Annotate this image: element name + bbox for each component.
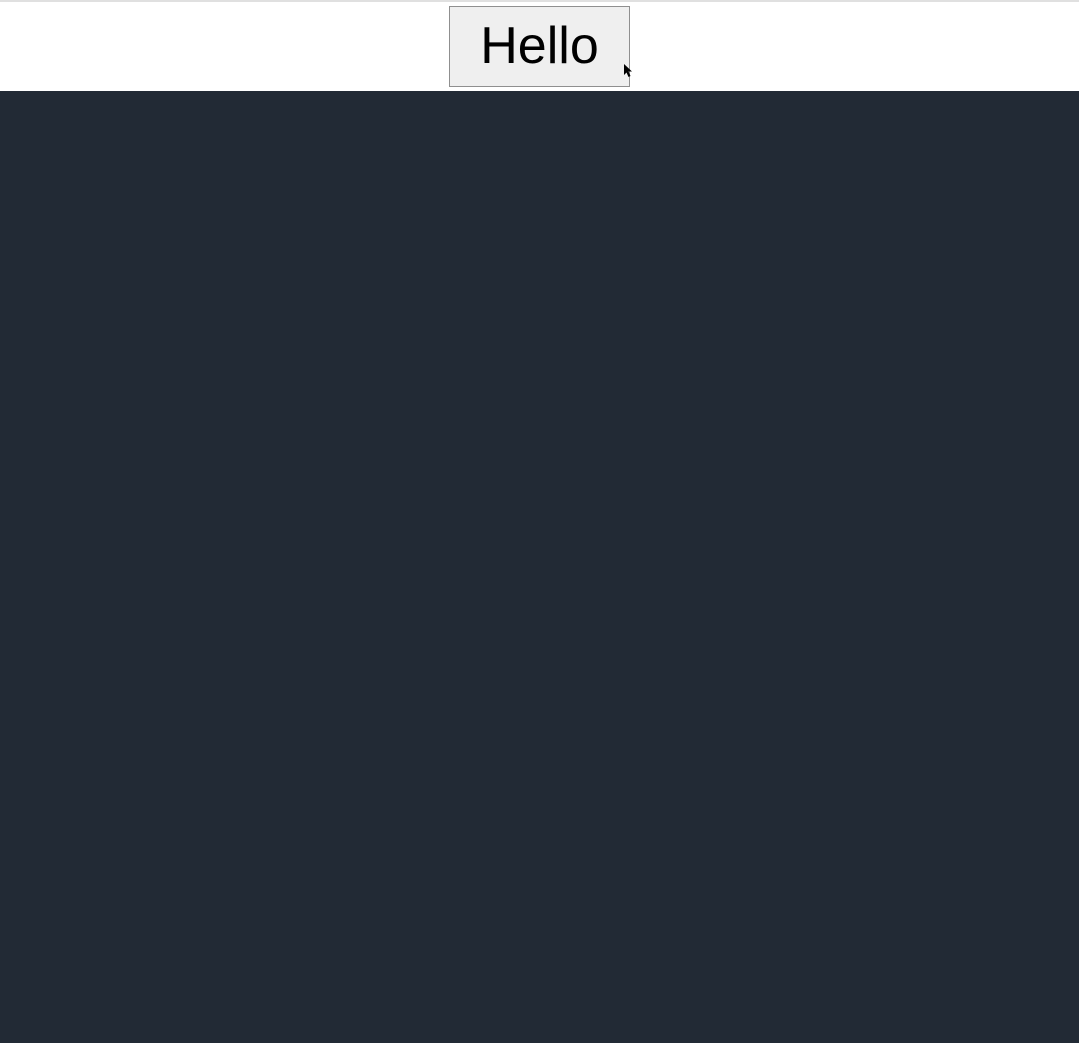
hello-button[interactable]: Hello bbox=[449, 6, 630, 88]
main-content-area bbox=[0, 91, 1079, 1043]
top-bar: Hello bbox=[0, 0, 1079, 91]
